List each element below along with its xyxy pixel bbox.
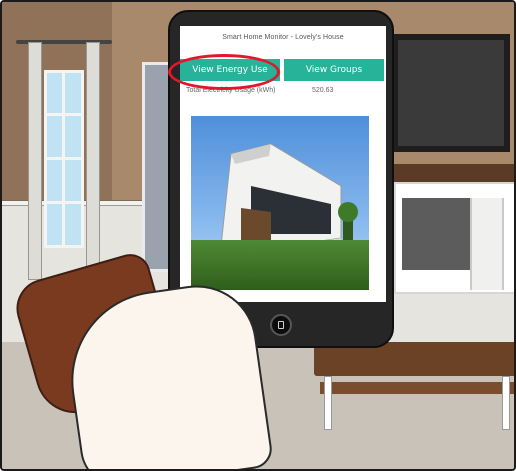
lawn	[191, 240, 369, 290]
room-window	[44, 70, 84, 248]
house-photo	[191, 116, 369, 290]
wall-tv	[392, 34, 510, 152]
room-scene: Smart Home Monitor - Lovely's House View…	[0, 0, 516, 471]
coffee-table-shelf	[320, 382, 514, 394]
usage-value: 520.63	[312, 87, 334, 94]
app-title: Smart Home Monitor - Lovely's House	[222, 34, 344, 41]
energy-button-highlight	[168, 54, 280, 90]
fireplace-bricks	[402, 198, 474, 270]
view-groups-button[interactable]: View Groups	[284, 59, 384, 81]
table-leg	[324, 376, 332, 430]
fireplace-column	[470, 198, 504, 290]
left-curtain	[28, 42, 42, 280]
mantel	[382, 164, 514, 182]
home-button-icon[interactable]	[270, 314, 292, 336]
right-curtain	[86, 42, 100, 280]
table-leg	[502, 376, 510, 430]
